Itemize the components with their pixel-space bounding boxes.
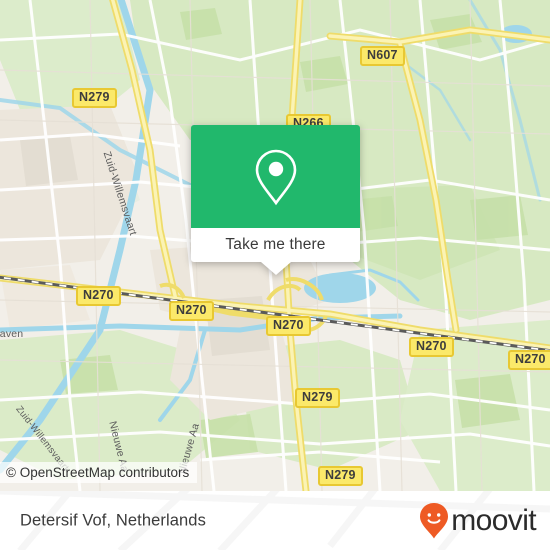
- road-shield: N607: [360, 46, 405, 66]
- moovit-map-page: Zuid-Willemsvaart Zuid-Willemsvaart Nieu…: [0, 0, 550, 550]
- road-shield: N270: [266, 316, 311, 336]
- page-title: Detersif Vof, Netherlands: [20, 511, 206, 529]
- road-shield: N279: [318, 466, 363, 486]
- location-pin-icon: [255, 149, 296, 205]
- moovit-logo[interactable]: moovit: [419, 502, 537, 540]
- road-shield: N279: [72, 88, 117, 108]
- road-shield: N279: [295, 388, 340, 408]
- osm-attribution[interactable]: © OpenStreetMap contributors: [0, 462, 198, 483]
- page-footer: Detersif Vof, Netherlands moovit: [0, 491, 550, 550]
- map-label: Haven: [0, 328, 24, 340]
- road-shield: N270: [76, 286, 121, 306]
- location-popup-card[interactable]: Take me there: [191, 125, 360, 275]
- osm-attribution-text: © OpenStreetMap contributors: [6, 465, 190, 480]
- take-me-there-label: Take me there: [225, 236, 326, 253]
- road-shield: N270: [508, 350, 550, 370]
- popup-header: [191, 125, 360, 228]
- moovit-pin-smile-icon: [420, 502, 449, 538]
- moovit-wordmark: moovit: [451, 503, 536, 537]
- road-shield: N270: [169, 301, 214, 321]
- road-shield: N270: [409, 337, 454, 357]
- map-canvas[interactable]: Zuid-Willemsvaart Zuid-Willemsvaart Nieu…: [0, 0, 550, 491]
- popup-tail: [260, 262, 291, 275]
- take-me-there-button[interactable]: Take me there: [191, 228, 360, 262]
